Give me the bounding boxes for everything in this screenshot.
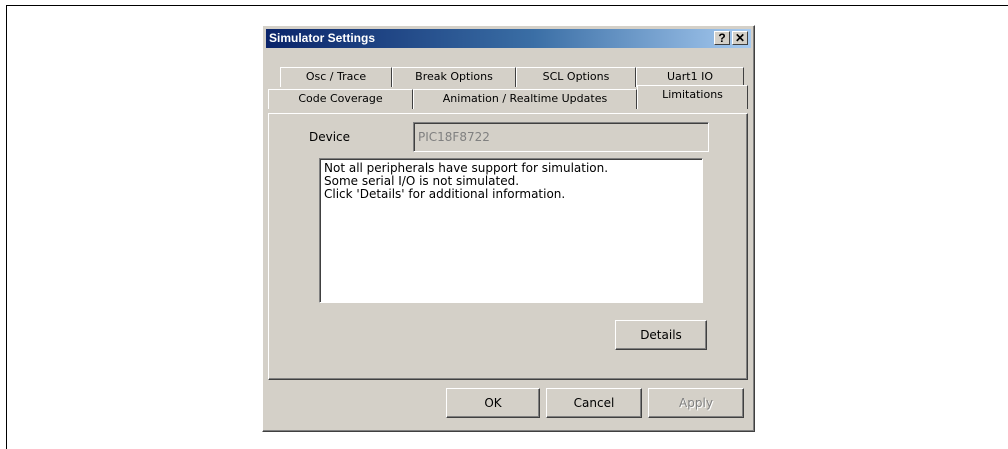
title-bar[interactable]: Simulator Settings ? ✕ <box>266 29 751 48</box>
tab-uart1-io[interactable]: Uart1 IO <box>636 67 744 87</box>
tab-break-options[interactable]: Break Options <box>392 67 516 87</box>
tab-animation-realtime-updates[interactable]: Animation / Realtime Updates <box>413 89 637 109</box>
dialog-title: Simulator Settings <box>269 31 376 45</box>
details-button[interactable]: Details <box>615 320 707 350</box>
close-button[interactable]: ✕ <box>732 31 748 45</box>
document-frame-top <box>6 5 1008 6</box>
device-field: PIC18F8722 <box>413 122 709 152</box>
limitations-page: Device PIC18F8722 Not all peripherals ha… <box>268 113 748 380</box>
limitations-line: Click 'Details' for additional informati… <box>324 187 566 201</box>
close-icon: ✕ <box>734 31 746 45</box>
tab-osc-trace[interactable]: Osc / Trace <box>280 67 392 87</box>
tab-scl-options[interactable]: SCL Options <box>516 67 636 87</box>
simulator-settings-dialog: Simulator Settings ? ✕ Osc / Trace Break… <box>262 25 755 432</box>
limitations-text[interactable]: Not all peripherals have support for sim… <box>319 158 703 303</box>
tab-limitations[interactable]: Limitations <box>637 85 748 109</box>
help-button[interactable]: ? <box>714 31 730 45</box>
tab-code-coverage[interactable]: Code Coverage <box>268 89 413 109</box>
cancel-button[interactable]: Cancel <box>546 388 642 418</box>
ok-button[interactable]: OK <box>446 388 540 418</box>
document-frame-left <box>6 5 7 449</box>
apply-button[interactable]: Apply <box>648 388 744 418</box>
device-label: Device <box>309 130 351 144</box>
help-icon: ? <box>718 31 726 45</box>
